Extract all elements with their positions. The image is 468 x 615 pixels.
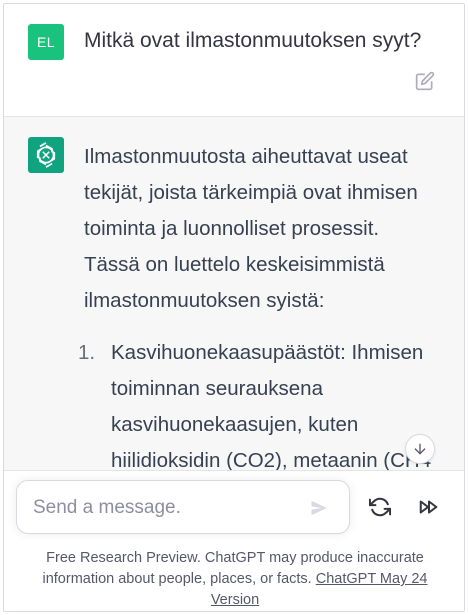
message-input[interactable] (33, 495, 293, 521)
composer-area: Free Research Preview. ChatGPT may produ… (4, 470, 464, 611)
list-item-number: 1. (78, 341, 96, 364)
chat-window: EL Mitkä ovat ilmastonmuutoksen syyt? Il… (3, 3, 465, 612)
regenerate-button[interactable] (368, 495, 392, 519)
regenerate-icon (369, 497, 391, 517)
user-avatar: EL (28, 24, 64, 60)
arrow-down-icon (414, 443, 426, 455)
assistant-message: Ilmastonmuutosta aiheuttavat useat tekij… (4, 117, 464, 470)
disclaimer-footer: Free Research Preview. ChatGPT may produ… (34, 548, 436, 611)
message-input-box (16, 480, 350, 534)
scroll-to-bottom-button[interactable] (405, 434, 435, 464)
fast-forward-icon (419, 500, 438, 514)
send-button[interactable] (307, 496, 331, 520)
user-message-text: Mitkä ovat ilmastonmuutoksen syyt? (84, 29, 422, 52)
user-message: EL Mitkä ovat ilmastonmuutoksen syyt? (4, 4, 464, 117)
list-item-text: Kasvihuonekaasupäästöt: Ihmisen toiminna… (111, 341, 432, 470)
send-icon (311, 500, 327, 516)
edit-icon[interactable] (414, 70, 436, 92)
continue-generating-button[interactable] (417, 495, 441, 519)
assistant-intro-text: Ilmastonmuutosta aiheuttavat useat tekij… (84, 145, 418, 312)
openai-logo-icon (28, 137, 64, 173)
